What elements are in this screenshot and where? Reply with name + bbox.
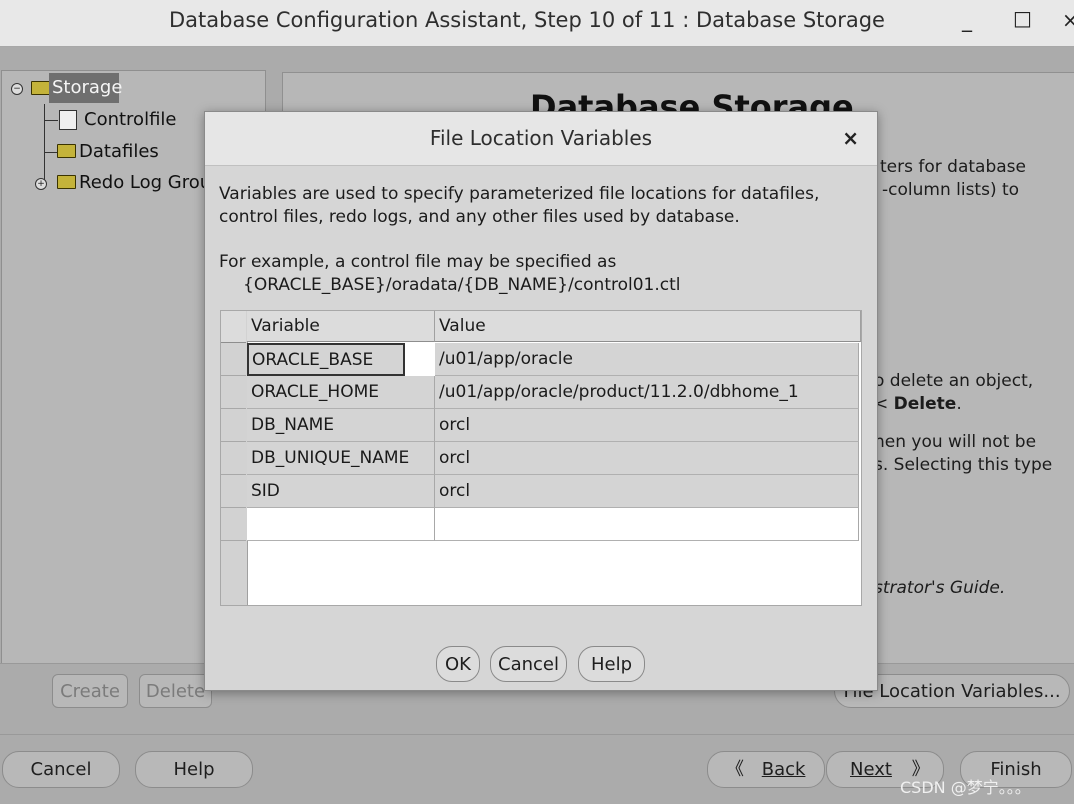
back-label: Back <box>761 759 806 780</box>
column-header-variable[interactable]: Variable <box>247 311 435 342</box>
wizard-cancel-button[interactable]: Cancel <box>2 751 120 788</box>
panel-text-line: s. Selecting this type <box>874 455 1053 475</box>
wizard-back-button[interactable]: 《 Back <box>707 751 825 788</box>
divider <box>0 734 1074 735</box>
dialog-help-button[interactable]: Help <box>578 646 645 682</box>
folder-icon <box>57 175 76 189</box>
panel-text-line: -column lists) to <box>882 180 1020 200</box>
folder-icon <box>57 144 76 158</box>
row-header-column <box>221 311 248 605</box>
panel-text-suffix: . <box>956 394 962 414</box>
maximize-button[interactable]: □ <box>1013 6 1032 30</box>
variables-table: Variable Value ORACLE_BASE /u01/app/orac… <box>220 310 862 606</box>
folder-icon <box>31 81 50 95</box>
variable-cell[interactable]: DB_UNIQUE_NAME <box>247 442 435 475</box>
tree-node-storage[interactable]: Storage <box>49 73 122 103</box>
panel-text-line: o delete an object, <box>874 371 1034 391</box>
tree-node-datafiles[interactable]: Datafiles <box>79 141 159 162</box>
panel-text-bold: Delete <box>893 394 957 414</box>
tree-connector <box>44 152 58 153</box>
tree-node-redo-log-groups[interactable]: Redo Log Grou <box>79 172 211 193</box>
expand-icon[interactable]: + <box>35 178 47 190</box>
dialog-title: File Location Variables <box>429 126 653 150</box>
window-title: Database Configuration Assistant, Step 1… <box>169 8 885 32</box>
value-cell[interactable]: orcl <box>435 409 859 442</box>
next-label: Next <box>850 759 892 780</box>
file-location-variables-dialog: File Location Variables × Variables are … <box>204 111 878 691</box>
wizard-help-button[interactable]: Help <box>135 751 253 788</box>
variable-cell[interactable]: DB_NAME <box>247 409 435 442</box>
collapse-icon[interactable]: − <box>11 83 23 95</box>
create-button[interactable]: Create <box>52 674 128 708</box>
panel-text-line: < Delete. <box>874 394 962 414</box>
row-header[interactable] <box>221 442 246 475</box>
dialog-example-line: For example, a control file may be speci… <box>219 252 617 272</box>
dialog-cancel-button[interactable]: Cancel <box>490 646 567 682</box>
minimize-button[interactable]: _ <box>962 8 972 32</box>
panel-text-line: hen you will not be <box>874 432 1037 452</box>
value-cell[interactable]: orcl <box>435 475 859 508</box>
close-window-button[interactable]: × <box>1062 8 1074 32</box>
back-chevron-icon: 《 <box>726 759 744 780</box>
row-header[interactable] <box>221 376 246 409</box>
window-titlebar: Database Configuration Assistant, Step 1… <box>0 0 1074 47</box>
value-cell[interactable] <box>435 508 859 541</box>
variable-cell[interactable]: ORACLE_HOME <box>247 376 435 409</box>
panel-text-line: strator's Guide. <box>874 578 1006 598</box>
tree-connector <box>44 104 45 184</box>
watermark: CSDN @梦宁。。。 <box>900 778 1031 797</box>
dialog-titlebar: File Location Variables × <box>205 112 877 166</box>
variable-cell[interactable] <box>247 508 435 541</box>
column-header-value[interactable]: Value <box>435 311 861 342</box>
tree-connector <box>44 120 58 121</box>
row-header-corner <box>221 311 246 343</box>
dialog-example-path: {ORACLE_BASE}/oradata/{DB_NAME}/control0… <box>243 275 681 295</box>
value-cell[interactable]: /u01/app/oracle/product/11.2.0/dbhome_1 <box>435 376 859 409</box>
dialog-intro-line: Variables are used to specify parameteri… <box>219 184 820 204</box>
dialog-ok-button[interactable]: OK <box>436 646 480 682</box>
dialog-close-icon[interactable]: × <box>842 126 859 150</box>
tree-node-controlfile[interactable]: Controlfile <box>84 109 176 130</box>
value-cell[interactable]: /u01/app/oracle <box>435 343 859 376</box>
panel-text-line: ters for database <box>880 157 1026 177</box>
variable-cell[interactable]: SID <box>247 475 435 508</box>
row-header[interactable] <box>221 508 246 541</box>
row-header[interactable] <box>221 475 246 508</box>
delete-button[interactable]: Delete <box>139 674 212 708</box>
variable-cell[interactable]: ORACLE_BASE <box>247 343 405 376</box>
controlfile-icon <box>59 110 77 130</box>
value-cell[interactable]: orcl <box>435 442 859 475</box>
dialog-intro-line: control files, redo logs, and any other … <box>219 207 740 227</box>
row-header[interactable] <box>221 409 246 442</box>
row-header[interactable] <box>221 343 246 376</box>
